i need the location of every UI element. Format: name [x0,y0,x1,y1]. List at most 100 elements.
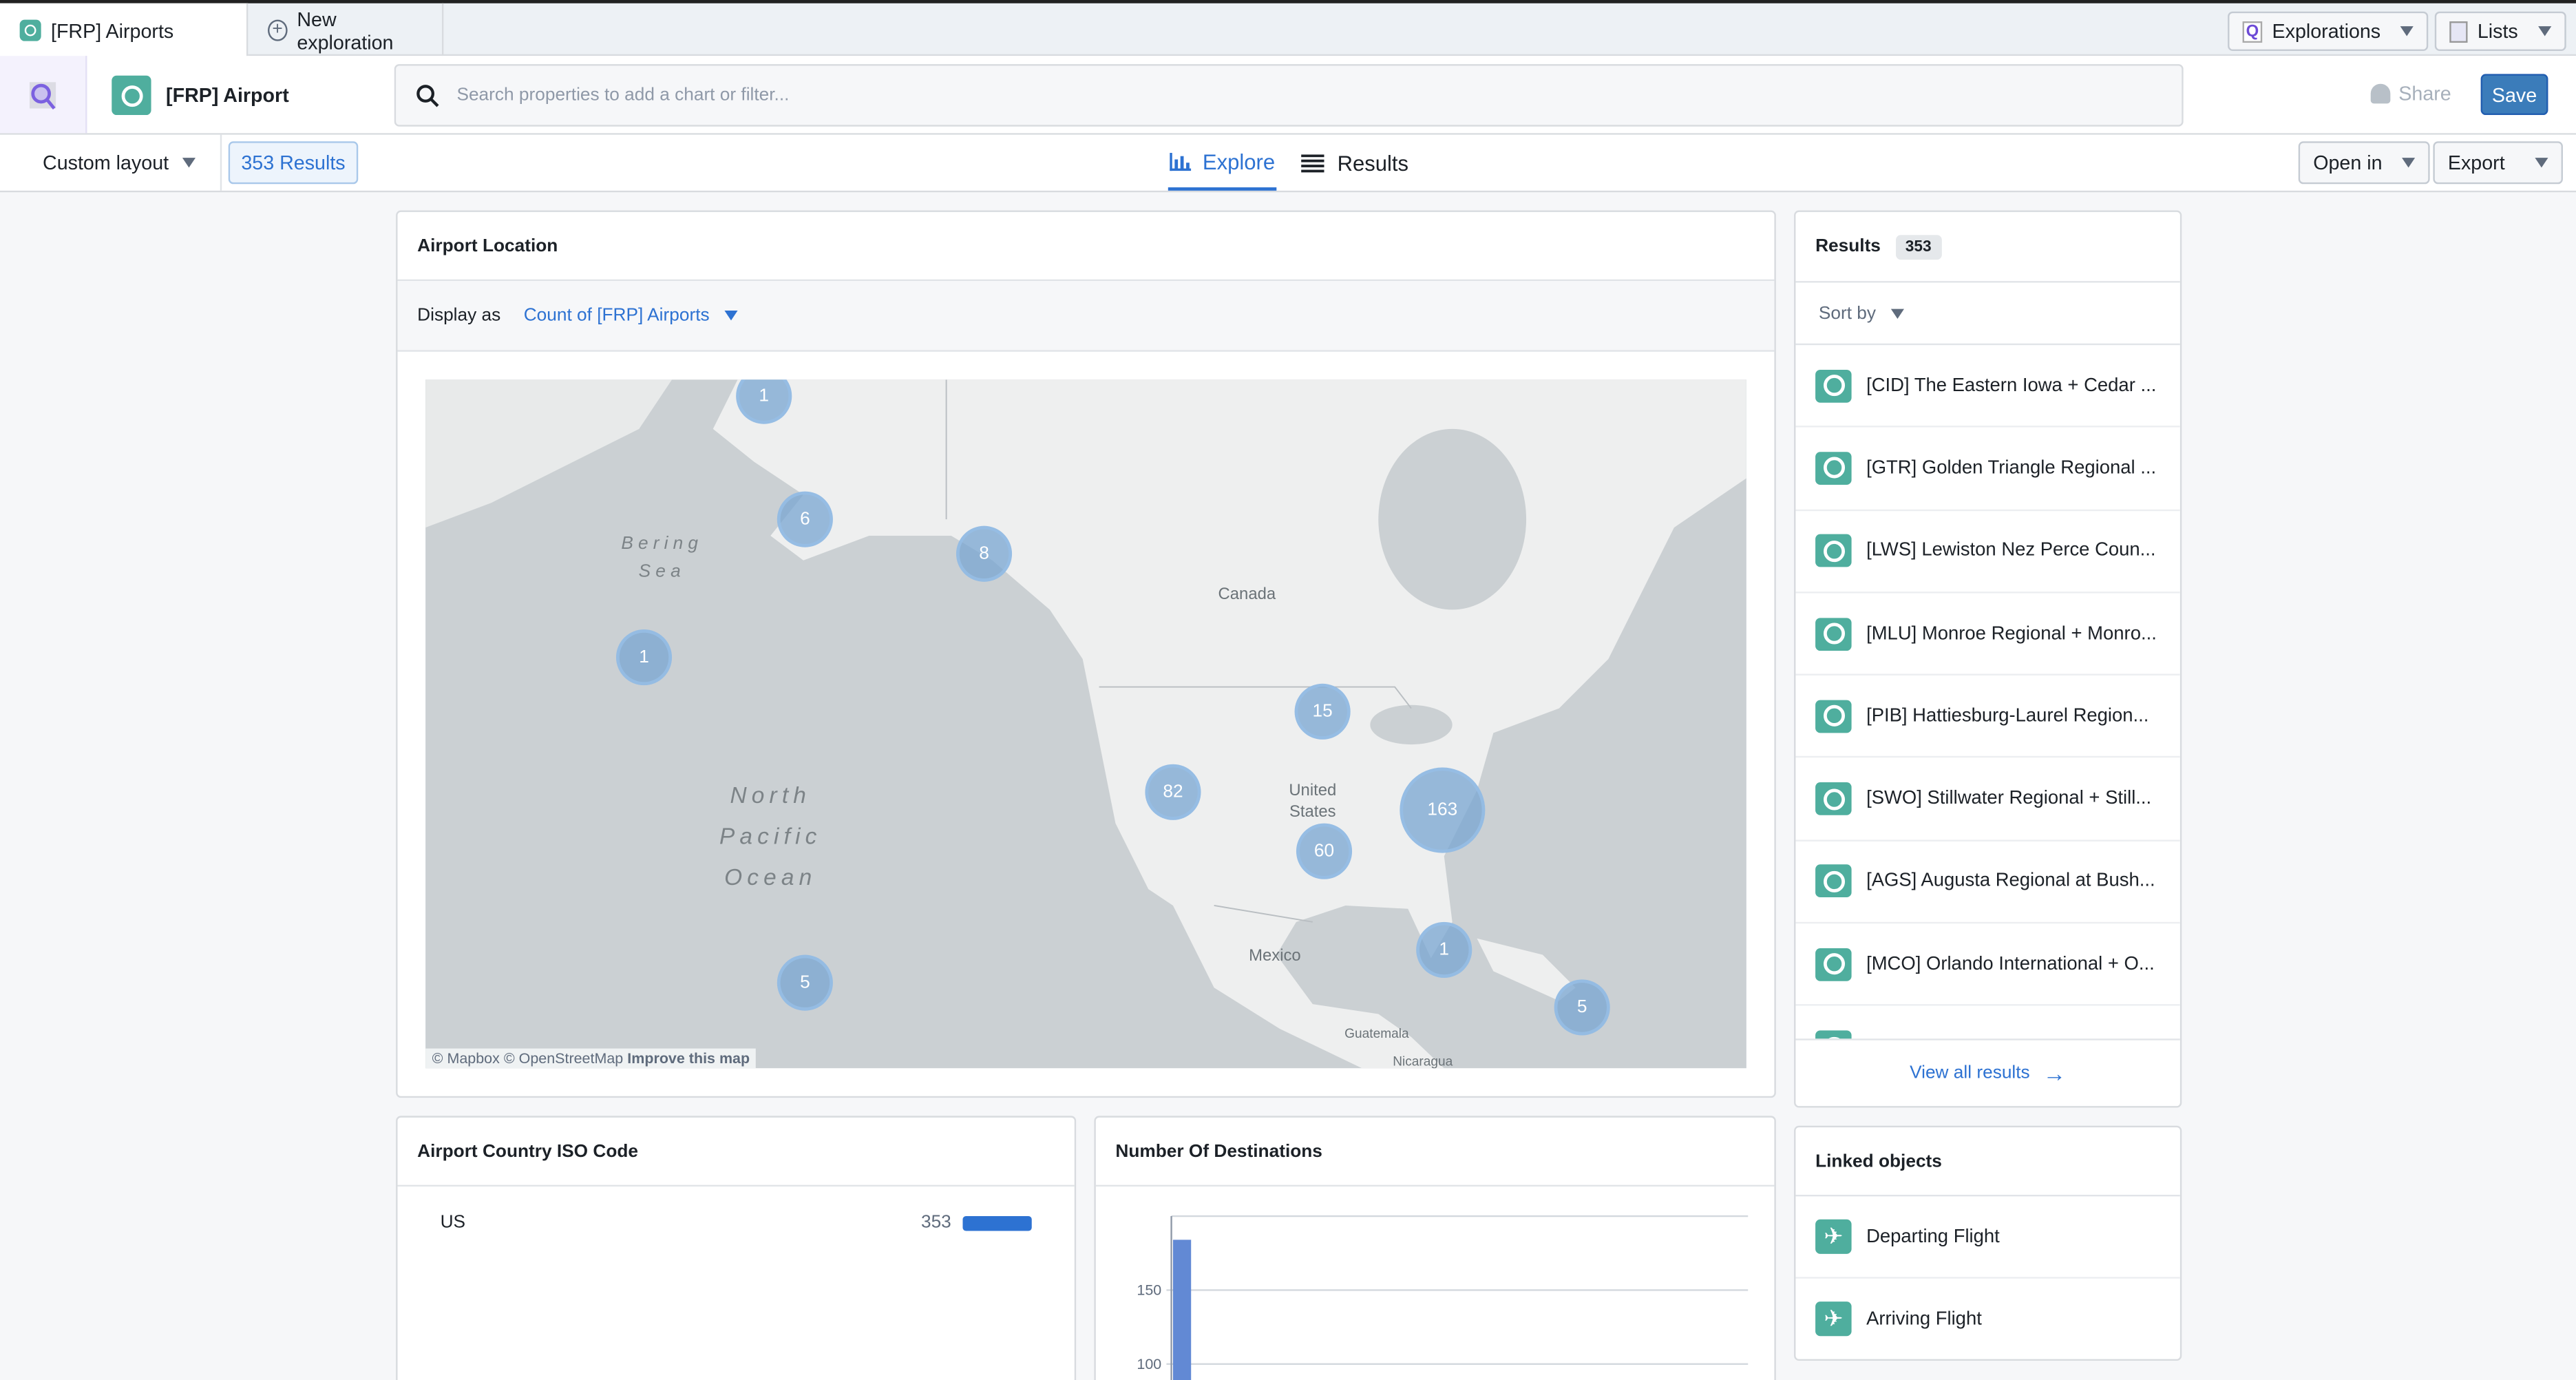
result-item[interactable] [1795,1006,2179,1039]
exploration-header: [FRP] Airport Search properties to add a… [0,56,2576,135]
tab-label: Results [1337,150,1409,176]
explorations-dropdown[interactable]: Q Explorations [2228,11,2429,51]
result-item[interactable]: [PIB] Hattiesburg-Laurel Region... [1795,676,2180,759]
map-cluster[interactable]: 15 [1294,683,1351,740]
explorations-icon: Q [2242,20,2263,42]
result-label: [SWO] Stillwater Regional + Still... [1866,788,2152,809]
bar [1172,1240,1192,1380]
tab-frp-airports[interactable]: [FRP] Airports [0,3,249,58]
map-cluster[interactable]: 5 [777,954,833,1011]
results-count: 353 [1895,234,1941,259]
improve-map-link[interactable]: Improve this map [627,1050,750,1067]
card-title: Airport Country ISO Code [397,1118,1075,1187]
results-count-badge[interactable]: 353 Results [228,141,359,185]
map-cluster[interactable]: 5 [1554,979,1610,1036]
explorer-app-icon[interactable] [0,56,87,134]
tab-label: New exploration [297,7,394,54]
results-header: Results 353 [1795,212,2180,283]
y-tick-label: 100 [1137,1356,1161,1372]
tab-results[interactable]: Results [1301,135,1408,191]
view-all-label: View all results [1910,1063,2030,1083]
map-cluster[interactable]: 8 [956,525,1013,582]
lists-dropdown[interactable]: Lists [2434,11,2566,51]
sort-by-dropdown[interactable]: Sort by [1795,282,2180,346]
results-list[interactable]: [CID] The Eastern Iowa + Cedar ... [GTR] … [1795,345,2180,1039]
result-item[interactable]: [MLU] Monroe Regional + Monro... [1795,593,2180,676]
map-cluster[interactable]: 1 [1416,921,1472,978]
result-item[interactable]: [LWS] Lewiston Nez Perce Coun... [1795,510,2180,594]
result-label: [PIB] Hattiesburg-Laurel Region... [1866,706,2149,726]
open-in-dropdown[interactable]: Open in [2298,141,2430,185]
map-cluster[interactable]: 60 [1296,823,1353,879]
result-item[interactable]: [SWO] Stillwater Regional + Still... [1795,758,2180,841]
display-as-dropdown[interactable]: Count of [FRP] Airports [524,306,738,326]
plus-circle-icon: + [267,19,288,41]
display-as-label: Display as [417,305,501,326]
display-as-bar: Display as Count of [FRP] Airports [397,281,1775,352]
chevron-down-icon [2402,158,2416,168]
tab-new-exploration[interactable]: + New exploration [248,3,444,58]
result-item[interactable]: [GTR] Golden Triangle Regional ... [1795,428,2180,511]
map-label-canada: Canada [1218,585,1276,605]
result-label: [AGS] Augusta Regional at Bush... [1866,871,2155,892]
linked-object-item[interactable]: ✈ Arriving Flight [1795,1279,2179,1359]
save-button[interactable]: Save [2480,74,2548,116]
map-label-north-pacific: North Pacific Ocean [719,781,822,890]
linked-object-item[interactable]: ✈ Departing Flight [1795,1196,2180,1279]
search-input[interactable]: Search properties to add a chart or filt… [394,64,2184,127]
map-cluster[interactable]: 6 [777,491,833,547]
linked-object-label: Departing Flight [1866,1226,2000,1247]
airplane-icon: ✈ [1815,1219,1852,1254]
airport-location-card: Airport Location Display as Count of [FR… [396,210,1776,1098]
result-item[interactable]: [CID] The Eastern Iowa + Cedar ... [1795,345,2180,428]
map-cluster[interactable]: 163 [1400,767,1486,853]
card-title: Linked objects [1795,1127,2180,1197]
chevron-down-icon [182,158,196,168]
chevron-down-icon [2400,26,2414,36]
airport-object-icon [1815,865,1852,899]
layout-label: Custom layout [43,151,169,174]
airport-object-icon [1815,1030,1852,1039]
y-tick-label: 150 [1137,1282,1161,1299]
tab-explore[interactable]: Explore [1168,135,1277,191]
airport-object-icon [1815,948,1852,981]
display-as-value: Count of [FRP] Airports [523,305,710,326]
country-count: 353 [920,1213,951,1233]
view-all-results-link[interactable]: View all results → [1795,1038,2180,1106]
card-title: Number Of Destinations [1095,1118,1775,1187]
people-icon [2370,83,2391,104]
map-cluster[interactable]: 1 [615,629,673,686]
result-label: [CID] The Eastern Iowa + Cedar ... [1866,375,2157,396]
result-item[interactable]: [MCO] Orlando International + O... [1795,923,2180,1007]
object-type-selector[interactable]: [FRP] Airport [112,75,289,116]
search-placeholder: Search properties to add a chart or filt… [456,85,790,105]
object-type-label: [FRP] Airport [166,83,289,107]
airport-object-icon [1815,700,1852,733]
results-title: Results [1815,236,1881,257]
map[interactable]: Bering Sea Canada North Pacific Ocean Un… [425,379,1746,1069]
map-attribution: © Mapbox © OpenStreetMap Improve this ma… [425,1048,757,1069]
map-label-guatemala: Guatemala [1344,1026,1409,1041]
layout-dropdown[interactable]: Custom layout [0,134,222,191]
open-in-label: Open in [2313,151,2383,174]
country-row[interactable]: US 353 [398,1203,1075,1242]
airplane-icon: ✈ [1815,1301,1852,1337]
lists-label: Lists [2477,19,2518,43]
map-land [425,379,1746,1069]
result-item[interactable]: [AGS] Augusta Regional at Bush... [1795,841,2180,924]
arrow-right-icon: → [2042,1060,2067,1087]
destinations-card: Number Of Destinations 100 150 [1094,1116,1776,1380]
explorations-label: Explorations [2272,19,2381,43]
search-icon [416,83,439,107]
chevron-down-icon [724,311,738,321]
airport-object-icon [1815,534,1852,567]
export-label: Export [2447,151,2505,174]
result-label: [LWS] Lewiston Nez Perce Coun... [1866,541,2156,561]
airport-object-icon [1815,452,1852,485]
map-label-nicaragua: Nicaragua [1393,1054,1453,1069]
airport-object-icon [1815,617,1852,650]
map-cluster[interactable]: 82 [1145,764,1201,820]
share-button[interactable]: Share [2370,82,2451,105]
export-dropdown[interactable]: Export [2433,141,2563,185]
list-icon [1301,154,1324,172]
